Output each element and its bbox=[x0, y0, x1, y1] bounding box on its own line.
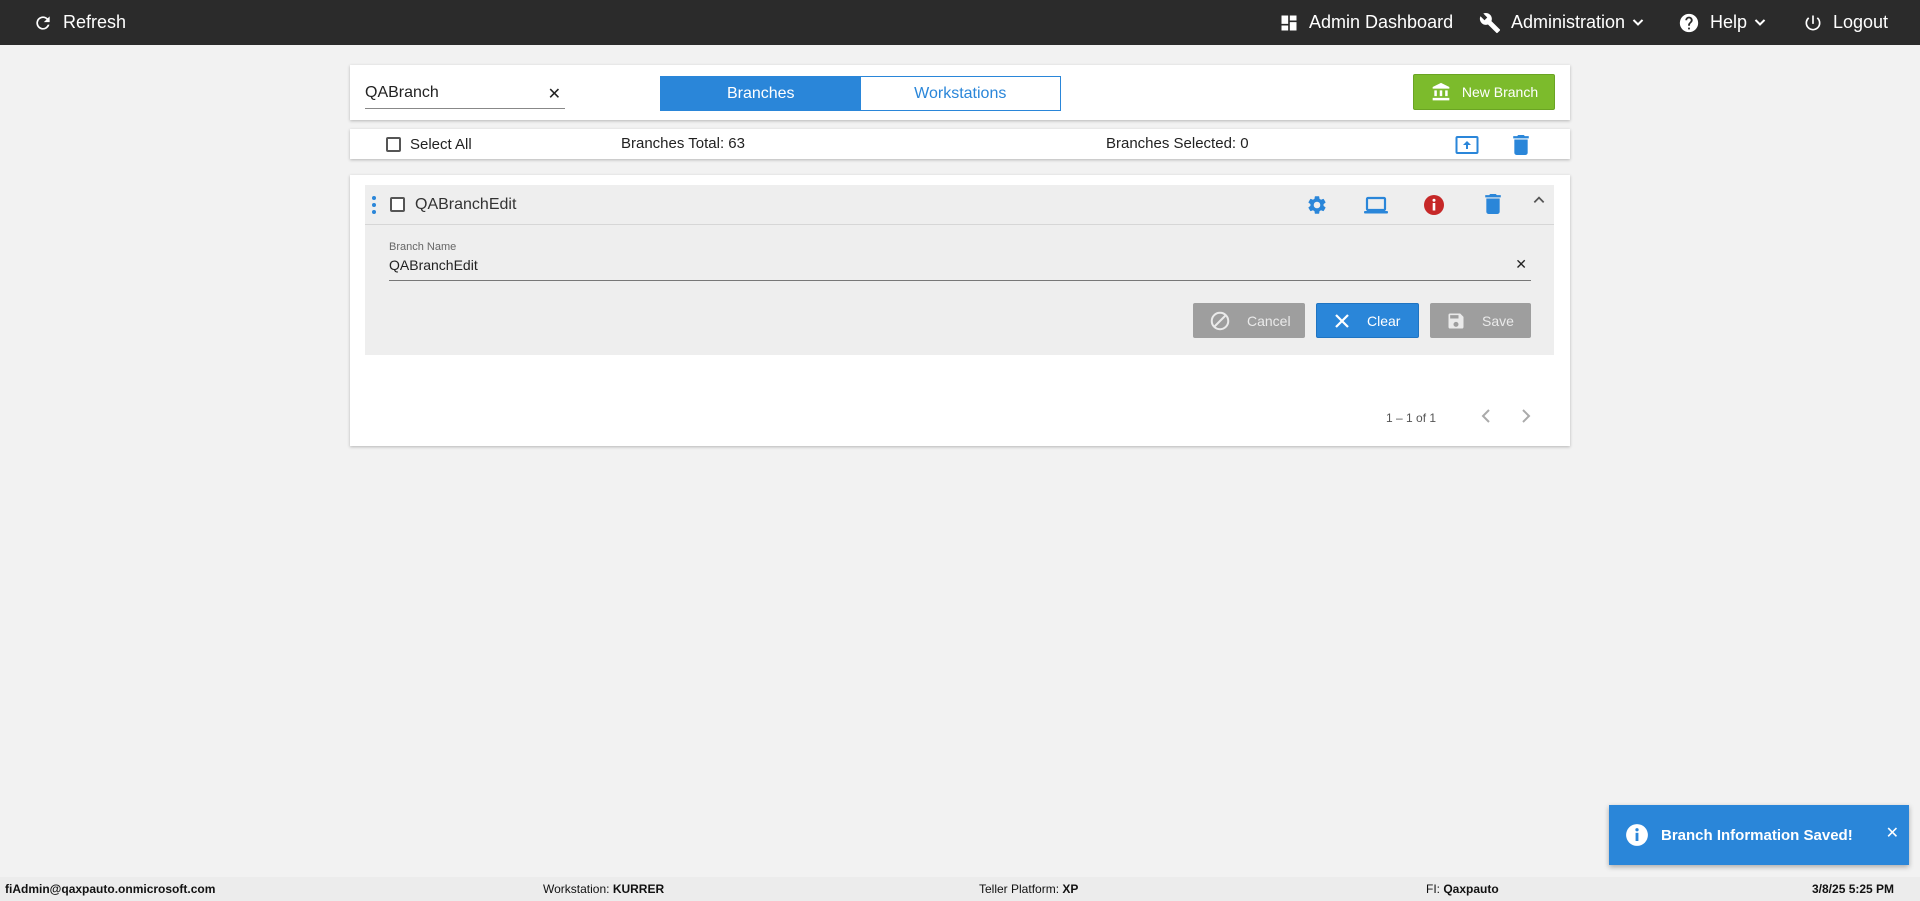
save-label: Save bbox=[1482, 312, 1514, 329]
cancel-label: Cancel bbox=[1247, 312, 1291, 329]
chevron-down-icon bbox=[1632, 18, 1644, 26]
top-navigation-bar: Refresh Admin Dashboard Administration H… bbox=[0, 0, 1920, 45]
workstations-button[interactable] bbox=[1363, 194, 1389, 221]
fi-value: Qaxpauto bbox=[1443, 882, 1499, 896]
search-field: ✕ bbox=[365, 79, 565, 109]
pagination-range: 1 – 1 of 1 bbox=[1386, 411, 1437, 425]
footer-user: fiAdmin@qaxpauto.onmicrosoft.com bbox=[5, 882, 216, 896]
refresh-icon bbox=[36, 15, 50, 30]
branch-name-field-value[interactable]: QABranchEdit bbox=[389, 257, 478, 273]
cancel-button[interactable]: Cancel bbox=[1193, 303, 1305, 338]
fi-label: FI: bbox=[1426, 882, 1440, 896]
chevron-up-icon bbox=[1533, 196, 1545, 203]
laptop-icon bbox=[1364, 196, 1388, 214]
wrench-icon bbox=[1479, 12, 1501, 33]
chevron-down-icon bbox=[1754, 18, 1766, 26]
new-branch-button[interactable]: New Branch bbox=[1413, 74, 1555, 110]
more-options-icon[interactable] bbox=[372, 196, 376, 214]
logout-label: Logout bbox=[1833, 12, 1889, 32]
platform-label: Teller Platform: bbox=[979, 882, 1060, 896]
selection-summary-bar: Select All Branches Total: 63 Branches S… bbox=[350, 129, 1570, 159]
new-branch-label: New Branch bbox=[1461, 84, 1539, 100]
branches-total: Branches Total: 63 bbox=[621, 135, 745, 152]
platform-value: XP bbox=[1062, 882, 1079, 896]
select-all-label: Select All bbox=[410, 136, 472, 153]
chevron-left-icon bbox=[1481, 409, 1490, 423]
workstation-value: KURRER bbox=[612, 882, 665, 896]
branch-name-field-label: Branch Name bbox=[389, 241, 457, 253]
branch-row-header: QABranchEdit bbox=[365, 185, 1554, 225]
admin-dashboard-link[interactable]: Admin Dashboard bbox=[1279, 0, 1453, 45]
workstation-label: Workstation: bbox=[543, 882, 610, 896]
clear-label: Clear bbox=[1367, 312, 1401, 329]
refresh-button[interactable]: Refresh bbox=[33, 0, 126, 45]
help-label: Help bbox=[1710, 12, 1748, 32]
success-toast: Branch Information Saved! ✕ bbox=[1609, 805, 1909, 865]
tab-branches[interactable]: Branches bbox=[661, 77, 861, 110]
checkbox[interactable] bbox=[386, 137, 401, 152]
upload-icon bbox=[1455, 136, 1479, 154]
trash-icon bbox=[1485, 194, 1501, 214]
branch-row-expanded: QABranchEdit Branch Name QABranchEdit ✕ bbox=[365, 185, 1554, 355]
bank-icon bbox=[1432, 82, 1450, 101]
settings-button[interactable] bbox=[1306, 194, 1328, 221]
refresh-label: Refresh bbox=[63, 12, 127, 32]
branch-name-field[interactable]: Branch Name QABranchEdit ✕ bbox=[389, 241, 1531, 281]
search-input[interactable] bbox=[365, 79, 535, 107]
tab-workstations[interactable]: Workstations bbox=[860, 77, 1060, 110]
admin-dashboard-label: Admin Dashboard bbox=[1309, 12, 1454, 32]
branches-selected: Branches Selected: 0 bbox=[1106, 135, 1249, 152]
logout-button[interactable]: Logout bbox=[1803, 0, 1888, 45]
footer-platform: Teller Platform: XP bbox=[979, 882, 1078, 896]
power-icon bbox=[1805, 15, 1821, 30]
gear-icon bbox=[1308, 196, 1326, 214]
administration-menu[interactable]: Administration bbox=[1479, 0, 1645, 45]
floppy-disk-icon bbox=[1448, 313, 1464, 328]
toast-message: Branch Information Saved! bbox=[1661, 826, 1853, 844]
clear-button[interactable]: Clear bbox=[1316, 303, 1419, 338]
help-menu[interactable]: Help bbox=[1678, 0, 1767, 45]
export-button[interactable] bbox=[1455, 135, 1479, 160]
footer-datetime: 3/8/25 5:25 PM bbox=[1812, 882, 1895, 896]
help-icon bbox=[1679, 13, 1699, 32]
footer-fi: FI: Qaxpauto bbox=[1426, 882, 1499, 896]
view-tabs: Branches Workstations bbox=[660, 76, 1061, 111]
footer-workstation: Workstation: KURRER bbox=[543, 882, 664, 896]
toast-close-icon[interactable]: ✕ bbox=[1886, 823, 1899, 843]
administration-label: Administration bbox=[1511, 12, 1626, 32]
chevron-right-icon bbox=[1522, 409, 1531, 423]
field-clear-icon[interactable]: ✕ bbox=[1515, 256, 1527, 273]
next-page-button[interactable] bbox=[1516, 406, 1536, 426]
branch-info-button[interactable] bbox=[1423, 194, 1445, 221]
search-clear-icon[interactable]: ✕ bbox=[548, 84, 561, 104]
branch-list-card: QABranchEdit Branch Name QABranchEdit ✕ bbox=[350, 175, 1570, 446]
branch-search-card: ✕ Branches Workstations New Branch bbox=[350, 65, 1570, 120]
dashboard-icon bbox=[1281, 15, 1297, 30]
info-icon bbox=[1626, 824, 1648, 846]
save-button[interactable]: Save bbox=[1430, 303, 1531, 338]
info-icon bbox=[1424, 195, 1444, 215]
row-checkbox[interactable] bbox=[390, 197, 405, 212]
bulk-delete-button[interactable] bbox=[1513, 135, 1529, 160]
delete-branch-button[interactable] bbox=[1485, 194, 1501, 219]
collapse-button[interactable] bbox=[1532, 193, 1546, 212]
branch-name: QABranchEdit bbox=[415, 196, 517, 213]
trash-icon bbox=[1513, 135, 1529, 155]
previous-page-button[interactable] bbox=[1476, 406, 1496, 426]
close-icon bbox=[1335, 313, 1349, 328]
select-all-checkbox[interactable]: Select All bbox=[386, 136, 472, 153]
block-icon bbox=[1210, 311, 1230, 330]
status-footer: fiAdmin@qaxpauto.onmicrosoft.com Worksta… bbox=[0, 877, 1920, 901]
